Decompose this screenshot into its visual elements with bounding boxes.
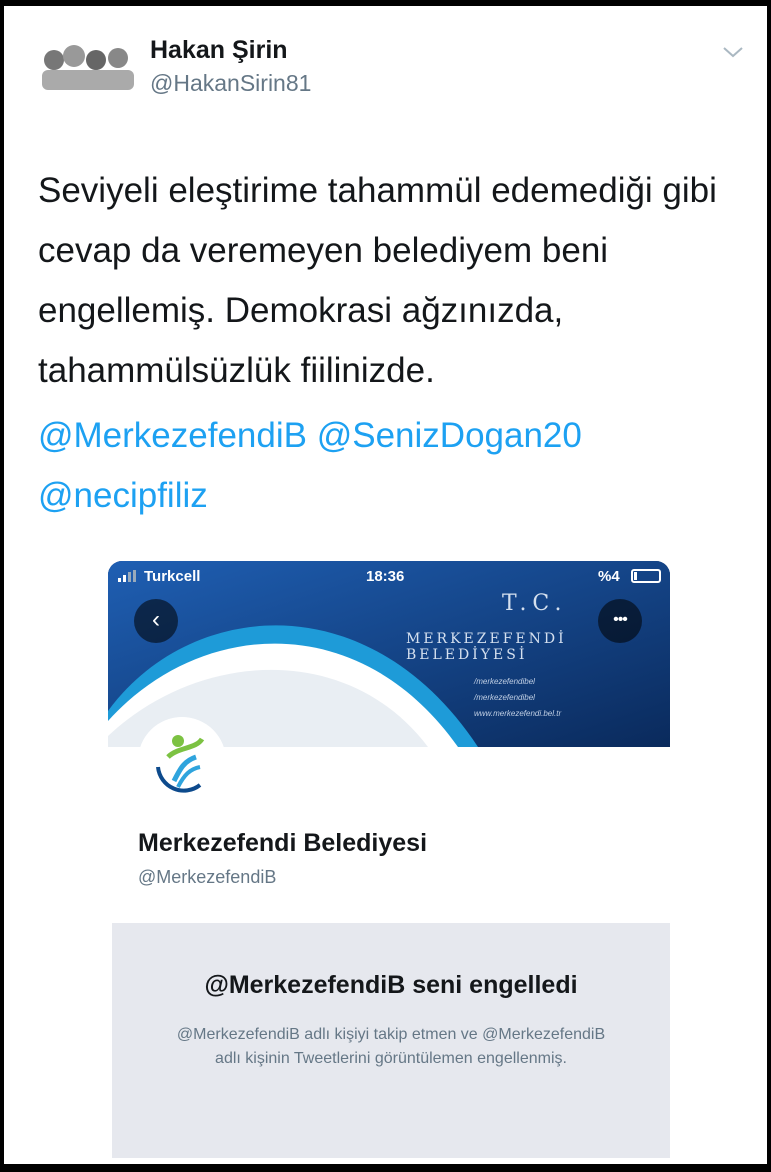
mention-link[interactable]: @necipfiliz <box>38 476 208 515</box>
tweet-mentions: @MerkezefendiB @SenizDogan20 @necipfiliz <box>38 406 738 526</box>
carrier-name: Turkcell <box>144 568 201 585</box>
blocked-notice: @MerkezefendiB seni engelledi @Merkezefe… <box>112 923 670 1158</box>
blocked-title: @MerkezefendiB seni engelledi <box>204 971 578 999</box>
status-bar: Turkcell 18:36 %4 <box>108 561 670 591</box>
profile-name: Merkezefendi Belediyesi <box>138 829 428 857</box>
profile-handle: @MerkezefendiB <box>138 867 277 887</box>
embedded-screenshot[interactable]: Turkcell 18:36 %4 ‹ ••• T.C. MERKEZEFEND… <box>108 561 670 1158</box>
cover-org-title: MERKEZEFENDİ BELEDİYESİ <box>406 631 567 663</box>
mention-link[interactable]: @SenizDogan20 <box>317 416 582 455</box>
tweet-text: Seviyeli eleştirime tahammül edemediği g… <box>38 171 717 390</box>
cover-social-line: /merkezefendibel <box>474 693 535 702</box>
battery-icon <box>631 569 661 583</box>
signal-icon <box>118 570 136 582</box>
cover-social-line: /merkezefendibel <box>474 677 535 686</box>
municipality-logo[interactable] <box>138 717 226 805</box>
avatar[interactable] <box>38 36 138 96</box>
author-handle[interactable]: @HakanSirin81 <box>150 70 311 97</box>
mention-link[interactable]: @MerkezefendiB <box>38 416 307 455</box>
blocked-description: @MerkezefendiB adlı kişiyi takip etmen v… <box>176 1026 606 1067</box>
status-time: 18:36 <box>366 568 405 585</box>
back-button[interactable]: ‹ <box>134 599 178 643</box>
tweet-card: Hakan Şirin @HakanSirin81 Seviyeli eleşt… <box>4 6 767 1164</box>
cover-social-line: www.merkezefendi.bel.tr <box>474 709 562 718</box>
author-name[interactable]: Hakan Şirin <box>150 36 288 65</box>
cover-heading: T.C. <box>502 591 568 616</box>
battery-percent: %4 <box>598 568 620 585</box>
chevron-down-icon[interactable] <box>720 42 746 62</box>
